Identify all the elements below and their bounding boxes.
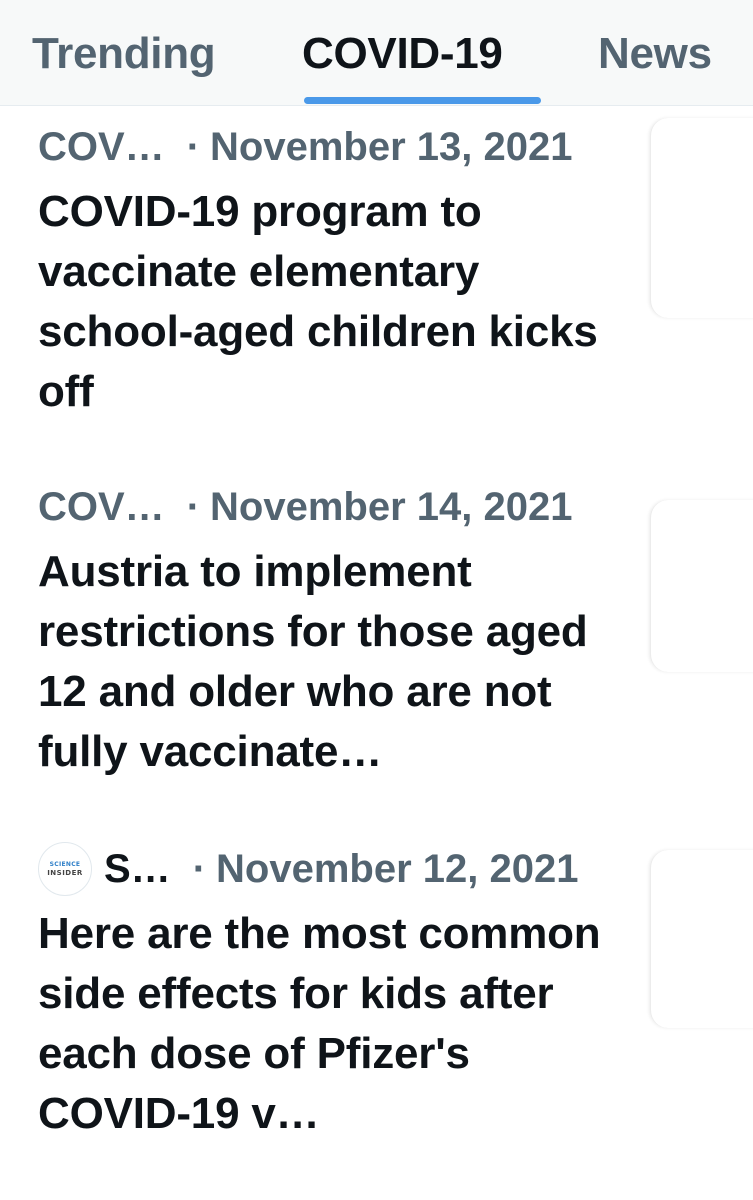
tab-news[interactable]: News [598,24,712,84]
tab-bar: Trending COVID-19 News [0,0,753,106]
logo-text-bottom: INSIDER [47,868,83,877]
meta-separator: · [192,846,207,891]
article-thumbnail[interactable] [650,118,753,318]
logo-text-top: SCIENCE [49,860,81,868]
active-tab-indicator [304,97,541,104]
article-date: November 12, 2021 [216,846,579,891]
article-source: COV… [38,124,165,169]
tab-trending[interactable]: Trending [32,24,216,84]
tab-covid-19[interactable]: COVID-19 [302,24,503,84]
meta-separator: · [186,484,201,529]
article-headline: Austria to implement restrictions for th… [38,547,588,776]
article-thumbnail[interactable] [650,850,753,1028]
article-meta: SCIENCE INSIDER S… · November 12, 2021 [38,842,579,896]
meta-separator: · [186,124,201,169]
article-meta: COV… · November 13, 2021 [38,122,572,172]
article-meta: COV… · November 14, 2021 [38,482,572,532]
article-date: November 13, 2021 [210,124,573,169]
article-source: S… [104,846,171,891]
article-source: COV… [38,484,165,529]
article-headline: Here are the most common side effects fo… [38,909,601,1138]
article-thumbnail[interactable] [650,500,753,672]
source-logo-avatar: SCIENCE INSIDER [38,842,92,896]
article-headline: COVID-19 program to vaccinate elementary… [38,187,598,416]
article-date: November 14, 2021 [210,484,573,529]
